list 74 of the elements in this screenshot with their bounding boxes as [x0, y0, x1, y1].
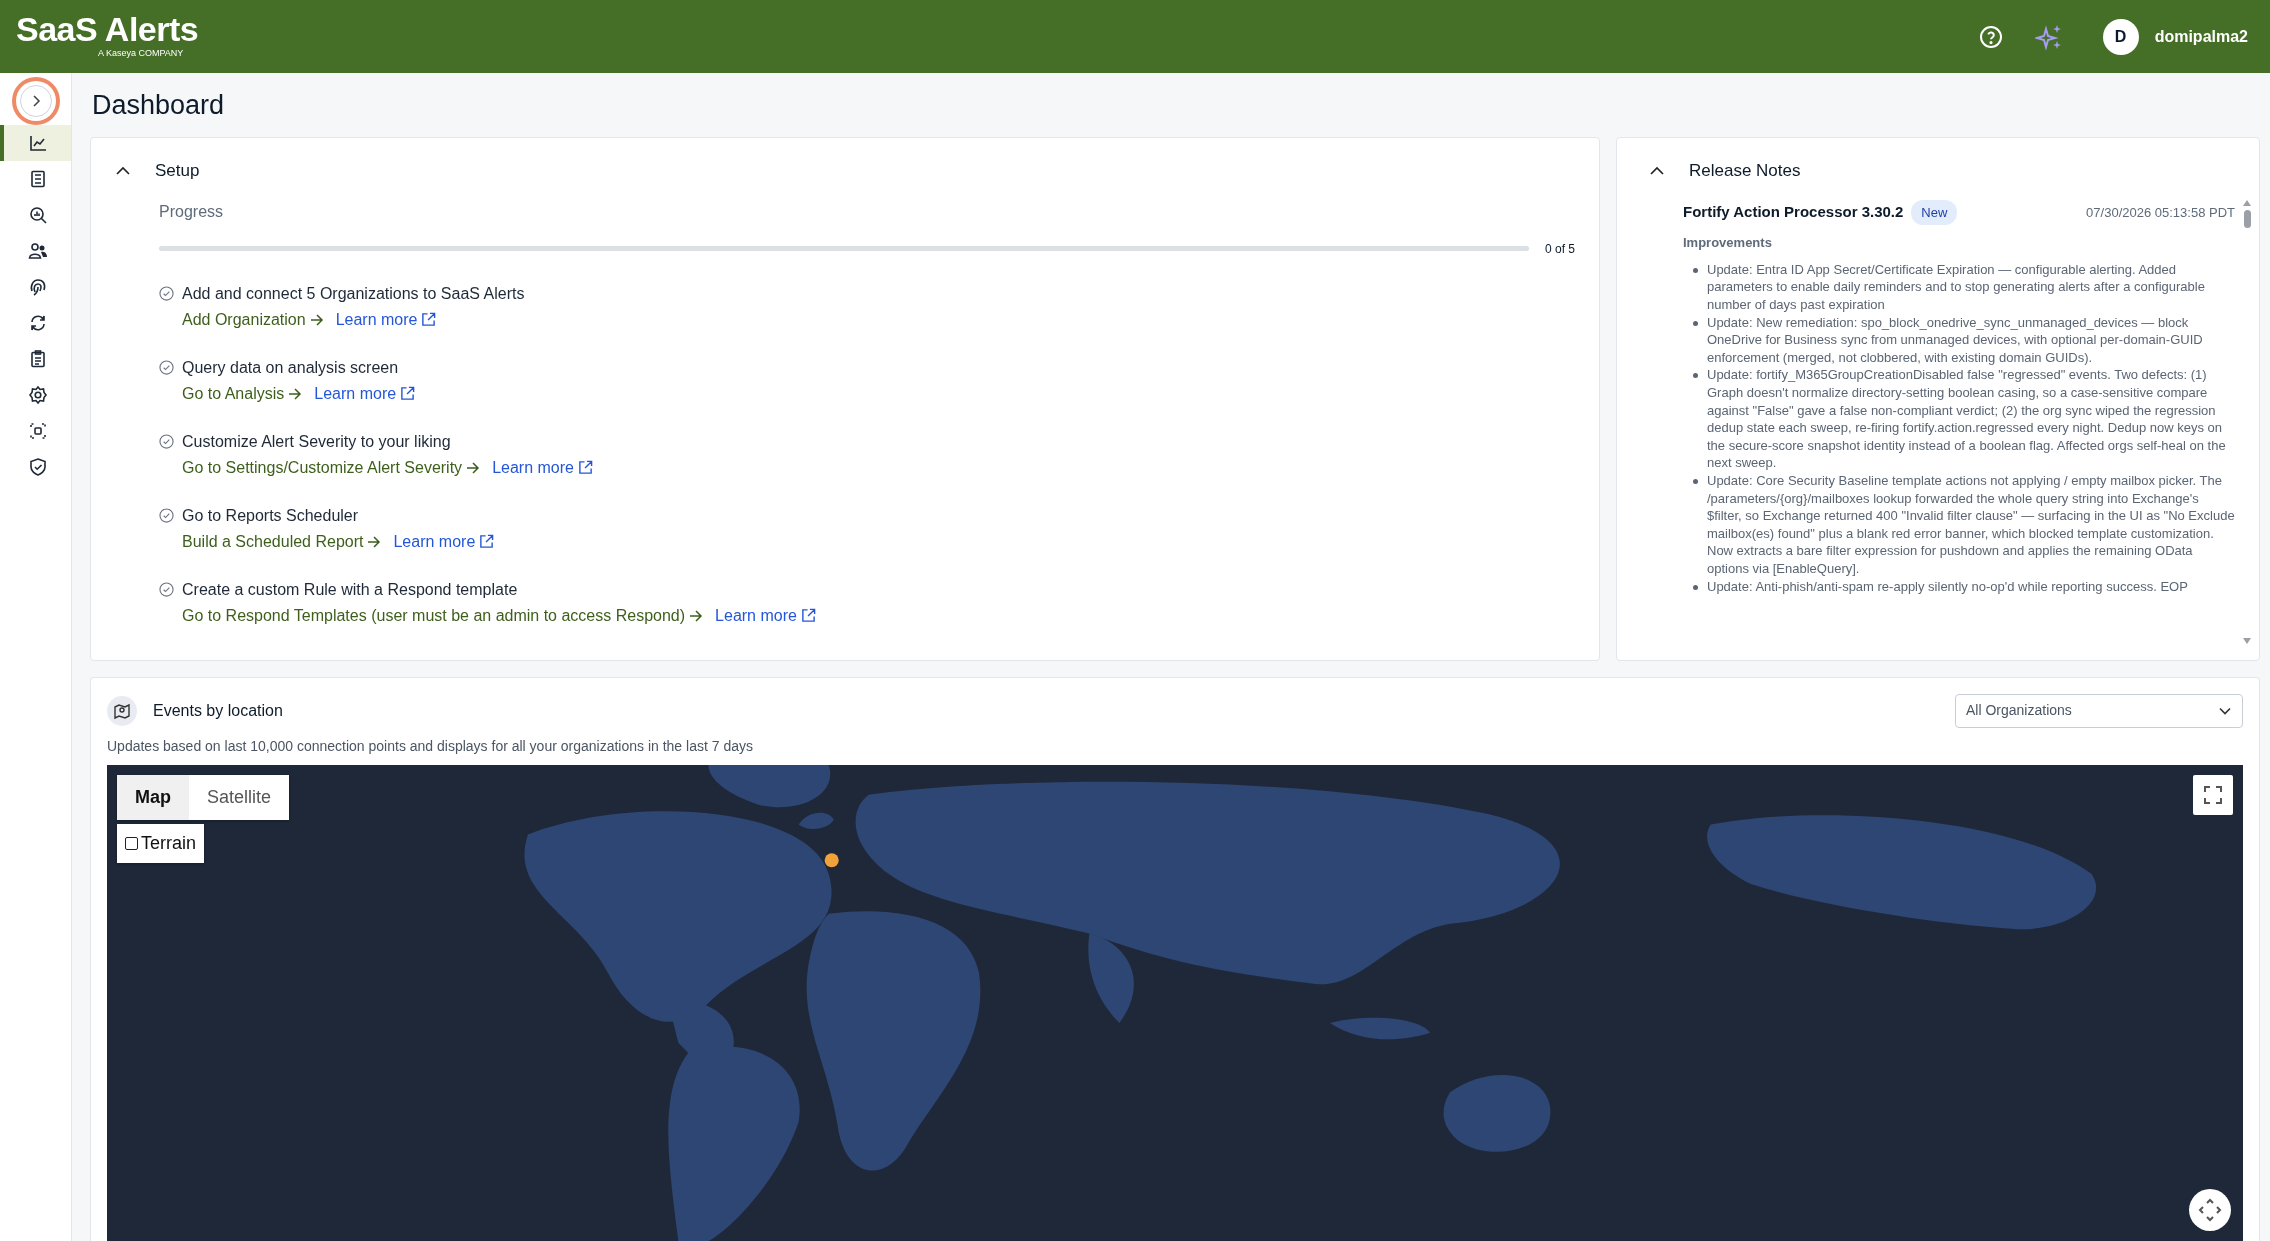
chart-icon — [27, 133, 48, 153]
progress-label: Progress — [159, 201, 225, 222]
learn-more-link[interactable]: Learn more — [314, 381, 416, 406]
step-text: Customize Alert Severity to your liking — [182, 431, 451, 452]
external-link-icon — [400, 386, 416, 402]
fullscreen-button[interactable] — [2193, 774, 2233, 815]
learn-more-link[interactable]: Learn more — [393, 529, 495, 554]
panel-subtitle: Updates based on last 10,000 connection points and displays for all your organizations in the last 7 days — [107, 736, 754, 756]
check-circle-icon — [159, 360, 174, 376]
check-circle-icon — [159, 434, 174, 450]
panel-title: Setup — [155, 160, 200, 183]
bullet-icon — [1693, 479, 1698, 484]
new-tag: New — [1911, 199, 1958, 226]
settings-icon — [27, 385, 48, 405]
help-icon[interactable] — [1978, 24, 2003, 49]
release-note-item: Update: New remediation: spo_block_onedrive_sync_unmanaged_devices — block OneDrive for Business sync from unmanaged devices, with optional per-domain-GUID enforcement (merged, not clobbered, with existing domain GUIDs). — [1707, 313, 2204, 367]
learn-more-link[interactable]: Learn more — [335, 307, 437, 332]
map-type-tab[interactable]: Map — [117, 774, 189, 820]
bullet-icon — [1693, 267, 1698, 273]
action-link[interactable]: Go to Respond Templates (user must be an admin to access Respond) — [182, 603, 704, 628]
release-title: Fortify Action Processor 3.30.2 — [1683, 202, 1904, 223]
search-icon — [27, 205, 48, 225]
learn-more-link[interactable]: Learn more — [715, 603, 816, 628]
users-icon — [27, 241, 48, 261]
external-link-icon — [577, 460, 593, 476]
action-link[interactable]: Build a Scheduled Report — [182, 529, 382, 554]
logo-tagline: A Kaseya COMPANY — [98, 47, 185, 61]
release-note-item: Update: fortify_M365GroupCreationDisabled false "regressed" events. Two defects: (1) Graph doesn't normalize directory-setting boolean casing, so a case-sensitive compare against "False" gave a false non-compliant verdict; (2) the org sync wiped the regression dedup state each sweep, re-firing fortify.action.regressed every night. Dedup now keys on the secure-score snapshot identity instead of a boolean flag. Affected orgs self-heal on the next sweep. — [1707, 366, 2227, 472]
release-date: 07/30/2026 05:13:58 PDT — [2086, 203, 2235, 222]
sidebar-item[interactable] — [0, 125, 71, 161]
map-icon — [107, 695, 137, 726]
external-link-icon — [421, 312, 437, 328]
progress-reading: 0 of 5 — [1544, 240, 1575, 258]
panel-title: Events by location — [153, 700, 283, 721]
bullet-icon — [1693, 320, 1698, 326]
organization-select[interactable]: All Organizations — [1955, 693, 2243, 728]
arrow-right-icon — [689, 609, 704, 622]
fullscreen-icon — [2204, 785, 2222, 804]
arrow-right-icon — [367, 535, 382, 548]
bullet-icon — [1693, 584, 1698, 590]
bullet-icon — [1693, 373, 1698, 379]
step-text: Create a custom Rule with a Respond template — [182, 579, 518, 600]
step-text: Go to Reports Scheduler — [182, 505, 359, 526]
check-circle-icon — [159, 508, 174, 524]
arrow-right-icon — [309, 313, 324, 326]
four-arrows-icon — [2198, 1198, 2222, 1222]
arrow-right-icon — [466, 461, 481, 474]
action-link[interactable]: Go to Settings/Customize Alert Severity — [182, 455, 481, 480]
action-link[interactable]: Add Organization — [182, 307, 324, 332]
scan-icon — [27, 421, 48, 441]
step-text: Add and connect 5 Organizations to SaaS Alerts — [182, 283, 525, 304]
scroll-thumb[interactable] — [2243, 209, 2251, 228]
map-type-tab[interactable]: Satellite — [189, 774, 290, 820]
scroll-up-icon[interactable] — [2243, 199, 2251, 206]
terrain-checkbox[interactable]: Terrain — [117, 823, 205, 863]
logo-text: SaaS Alerts — [16, 12, 199, 47]
release-note-item: Update: Entra ID App Secret/Certificate Expiration — configurable alerting. Added parameters to enable daily reminders and to stop generating alerts after a configurable number of days past expiration — [1707, 260, 2206, 314]
shield-check-icon — [27, 457, 48, 477]
user-name[interactable]: domipalma2 — [2154, 24, 2248, 49]
panel-title: Release Notes — [1689, 160, 1801, 183]
arrow-right-icon — [288, 387, 303, 400]
section-heading: Improvements — [1683, 234, 1773, 253]
user-avatar[interactable]: D — [2102, 18, 2139, 55]
external-link-icon — [800, 608, 816, 624]
learn-more-link[interactable]: Learn more — [492, 455, 593, 480]
external-link-icon — [479, 534, 495, 550]
check-circle-icon — [159, 286, 174, 302]
release-note-item: Update: Core Security Baseline template actions not applying / empty mailbox picker. The /parameters/{org}/mailboxes lookup forwarded the whole query string into Exchange's $filter, so Exchange returned 400 "Invalid filter clause" — surfacing in the UI as "No Exclude mailbox(es) found" plus a blank red error banner, which blocked template customization. Now extracts a bare filter expression for pushdown and applies the remaining OData options via [EnableQuery]. — [1707, 472, 2235, 578]
release-note-item: Update: Anti-phish/anti-spam re-apply silently no-op'd while reporting success. EOP — [1707, 577, 2188, 596]
action-link[interactable]: Go to Analysis — [182, 381, 303, 406]
scroll-down-icon[interactable] — [2243, 637, 2251, 644]
page-title: Dashboard — [92, 89, 226, 122]
check-circle-icon — [159, 582, 174, 598]
step-text: Query data on analysis screen — [182, 357, 399, 378]
